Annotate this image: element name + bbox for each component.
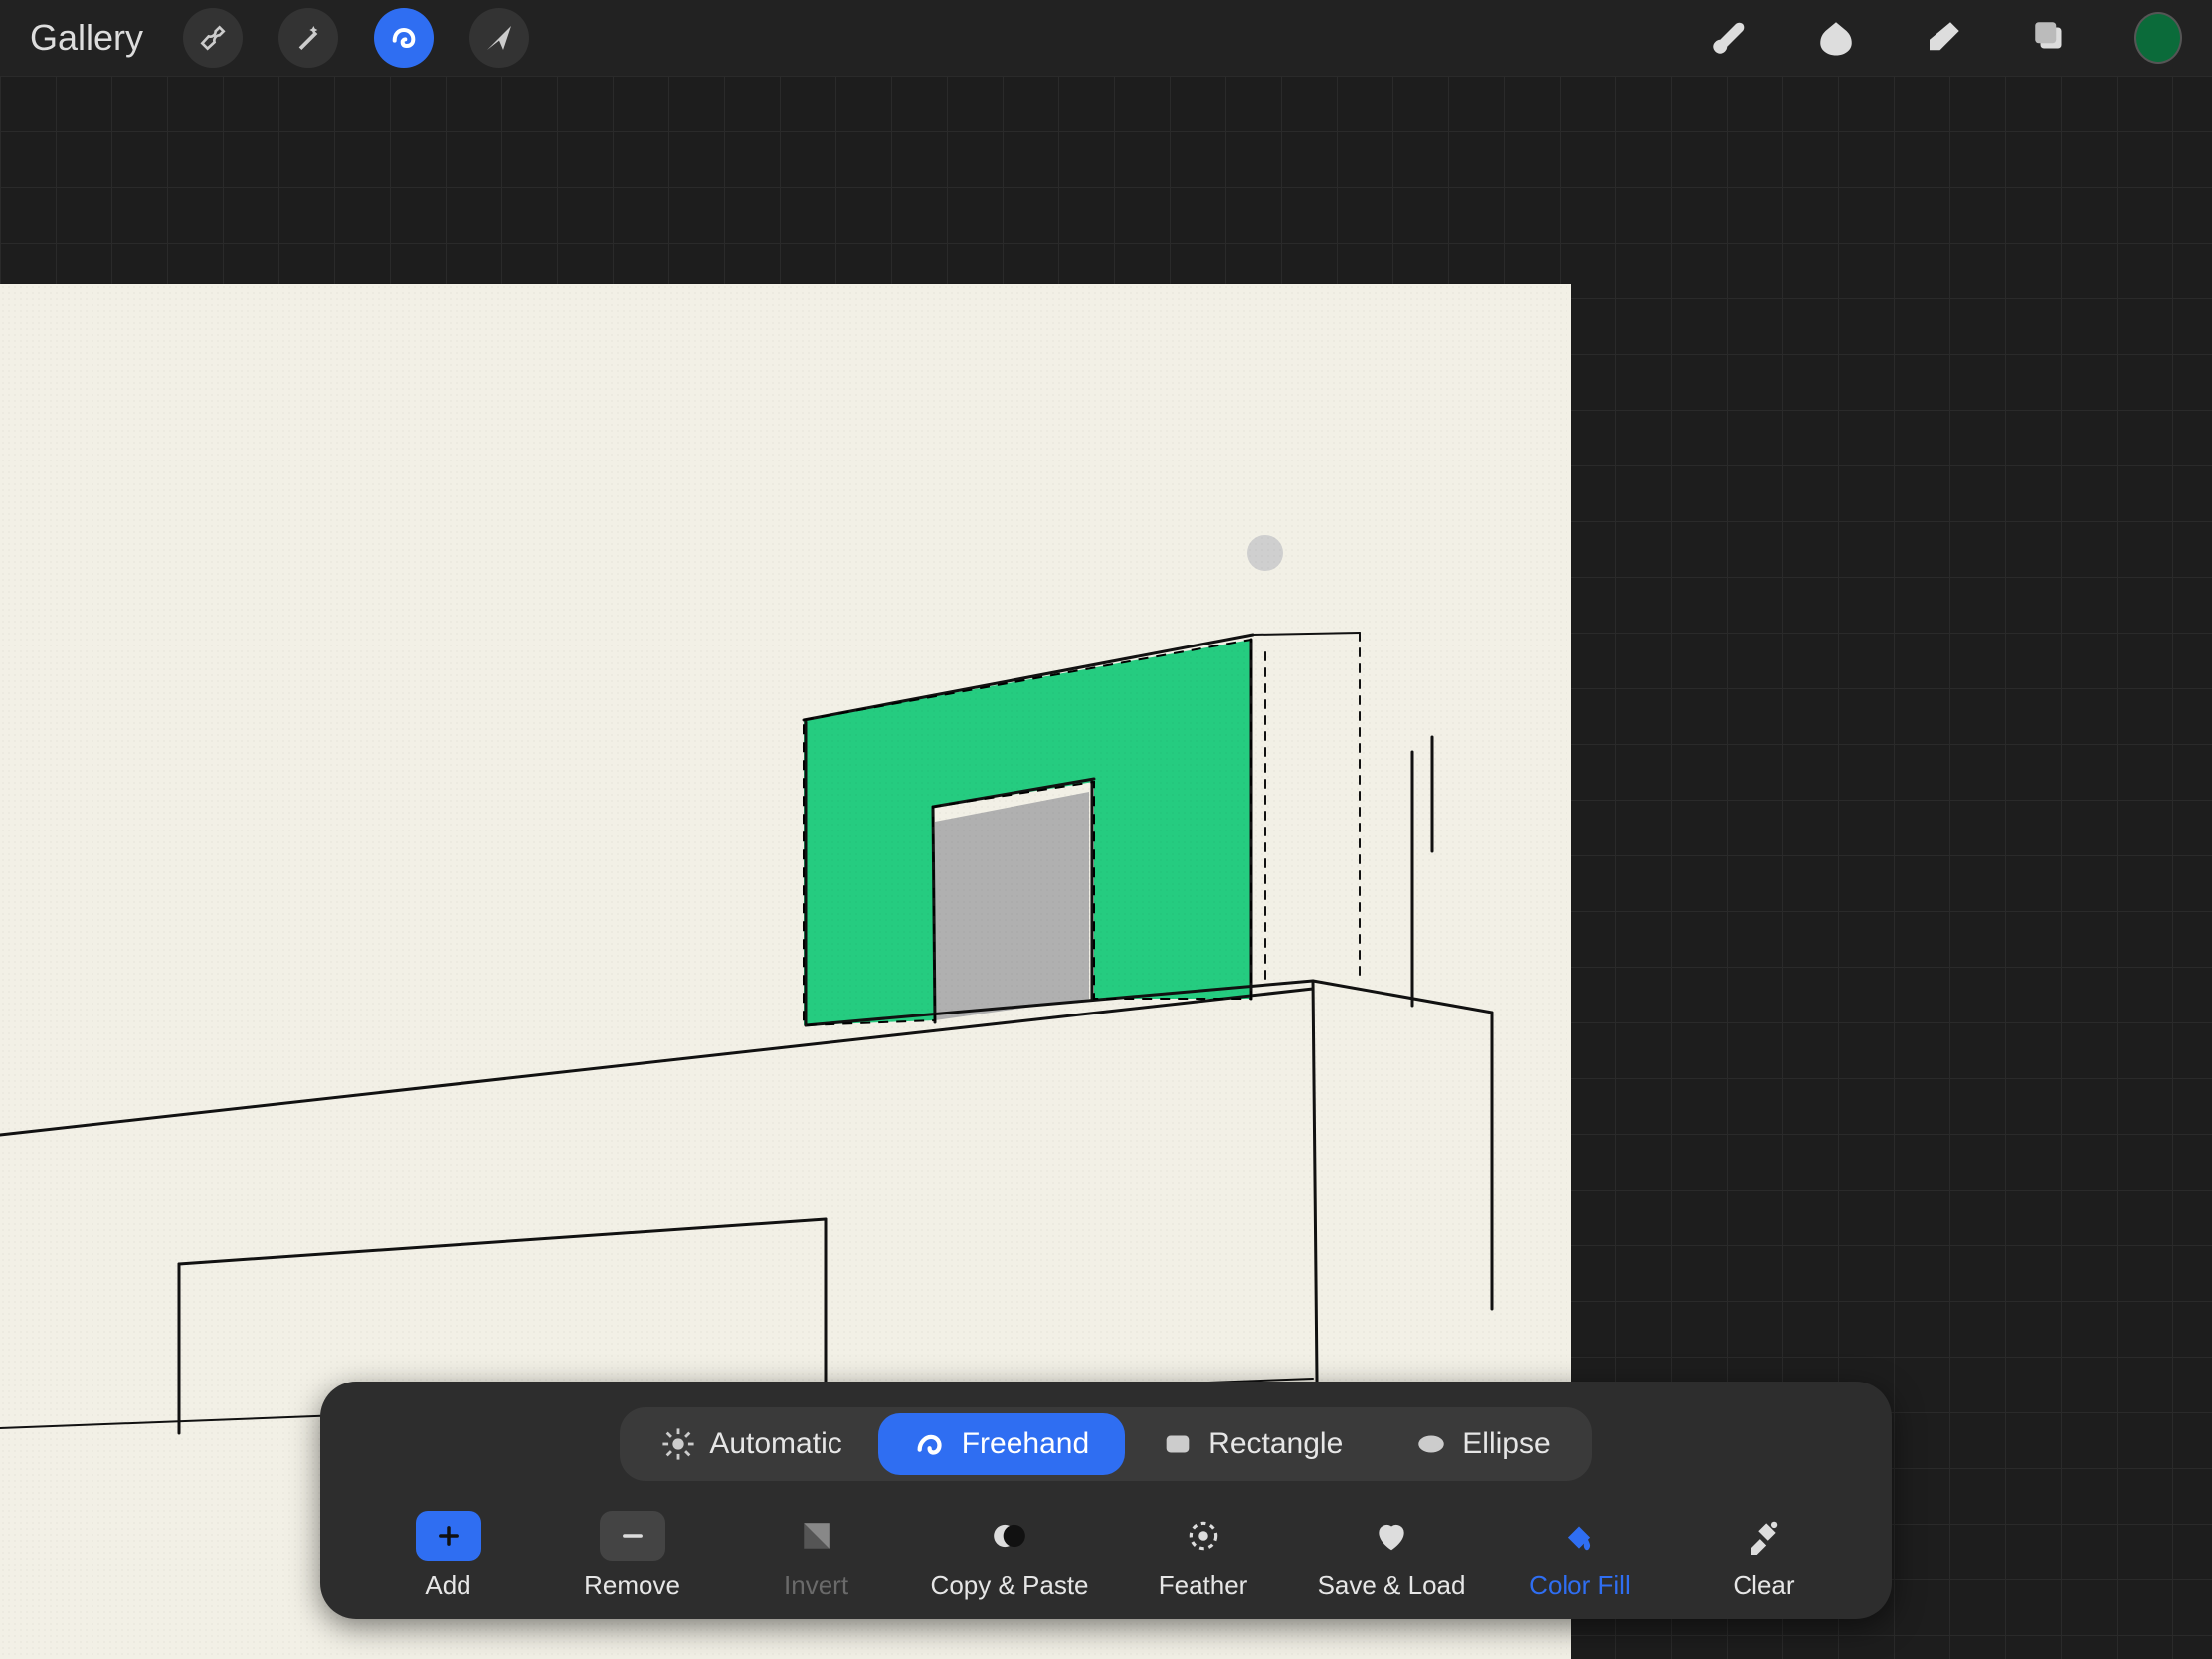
mode-automatic[interactable]: Automatic <box>626 1413 877 1475</box>
color-swatch[interactable] <box>2134 14 2182 62</box>
brush-icon[interactable] <box>1705 14 1752 62</box>
action-clear[interactable]: Clear <box>1694 1511 1833 1601</box>
mode-rectangle[interactable]: Rectangle <box>1125 1413 1379 1475</box>
rectangle-icon <box>1161 1427 1195 1461</box>
transform-arrow-icon[interactable] <box>469 8 529 68</box>
bucket-icon <box>1547 1511 1612 1561</box>
minus-icon <box>600 1511 665 1561</box>
adjustments-wand-icon[interactable] <box>278 8 338 68</box>
mode-ellipse[interactable]: Ellipse <box>1379 1413 1585 1475</box>
active-color[interactable] <box>2134 12 2182 64</box>
smudge-icon[interactable] <box>1812 14 1860 62</box>
action-copy-paste[interactable]: Copy & Paste <box>931 1511 1089 1601</box>
gallery-button[interactable]: Gallery <box>30 17 143 59</box>
door-fill <box>935 792 1089 1020</box>
eraser-icon[interactable] <box>1920 14 1967 62</box>
action-label: Clear <box>1733 1570 1794 1601</box>
mode-label: Automatic <box>709 1427 841 1461</box>
action-label: Remove <box>584 1570 680 1601</box>
feather-icon <box>1171 1511 1236 1561</box>
burst-icon <box>661 1427 695 1461</box>
selection-actions: Add Remove Invert Copy & Paste Feather <box>356 1511 1856 1601</box>
selection-mode-segmented: Automatic Freehand Rectangle Ellipse <box>620 1407 1591 1481</box>
mode-label: Rectangle <box>1208 1427 1343 1461</box>
mode-label: Ellipse <box>1462 1427 1550 1461</box>
mode-freehand[interactable]: Freehand <box>878 1413 1125 1475</box>
sketch-lines <box>0 633 1492 1478</box>
layers-icon[interactable] <box>2027 14 2075 62</box>
selection-fill <box>804 640 1251 1025</box>
mode-label: Freehand <box>962 1427 1089 1461</box>
selection-handle[interactable] <box>1247 535 1283 571</box>
action-label: Feather <box>1159 1570 1248 1601</box>
action-feather[interactable]: Feather <box>1134 1511 1273 1601</box>
clear-brush-icon <box>1731 1511 1796 1561</box>
action-invert[interactable]: Invert <box>747 1511 886 1601</box>
selection-tool-icon[interactable] <box>374 8 434 68</box>
action-add[interactable]: Add <box>379 1511 518 1601</box>
invert-icon <box>784 1511 849 1561</box>
action-save-load[interactable]: Save & Load <box>1318 1511 1466 1601</box>
action-label: Save & Load <box>1318 1570 1466 1601</box>
action-label: Invert <box>784 1570 848 1601</box>
selection-marching-ants <box>804 640 1251 1025</box>
top-toolbar: Gallery <box>0 0 2212 76</box>
freehand-squiggle-icon <box>914 1427 948 1461</box>
ellipse-icon <box>1414 1427 1448 1461</box>
action-label: Add <box>425 1570 470 1601</box>
action-remove[interactable]: Remove <box>563 1511 702 1601</box>
action-label: Color Fill <box>1529 1570 1631 1601</box>
copy-paste-icon <box>977 1511 1042 1561</box>
selection-panel: Automatic Freehand Rectangle Ellipse <box>320 1382 1892 1619</box>
heart-icon <box>1359 1511 1424 1561</box>
action-color-fill[interactable]: Color Fill <box>1510 1511 1649 1601</box>
action-label: Copy & Paste <box>931 1570 1089 1601</box>
actions-wrench-icon[interactable] <box>183 8 243 68</box>
plus-icon <box>416 1511 481 1561</box>
